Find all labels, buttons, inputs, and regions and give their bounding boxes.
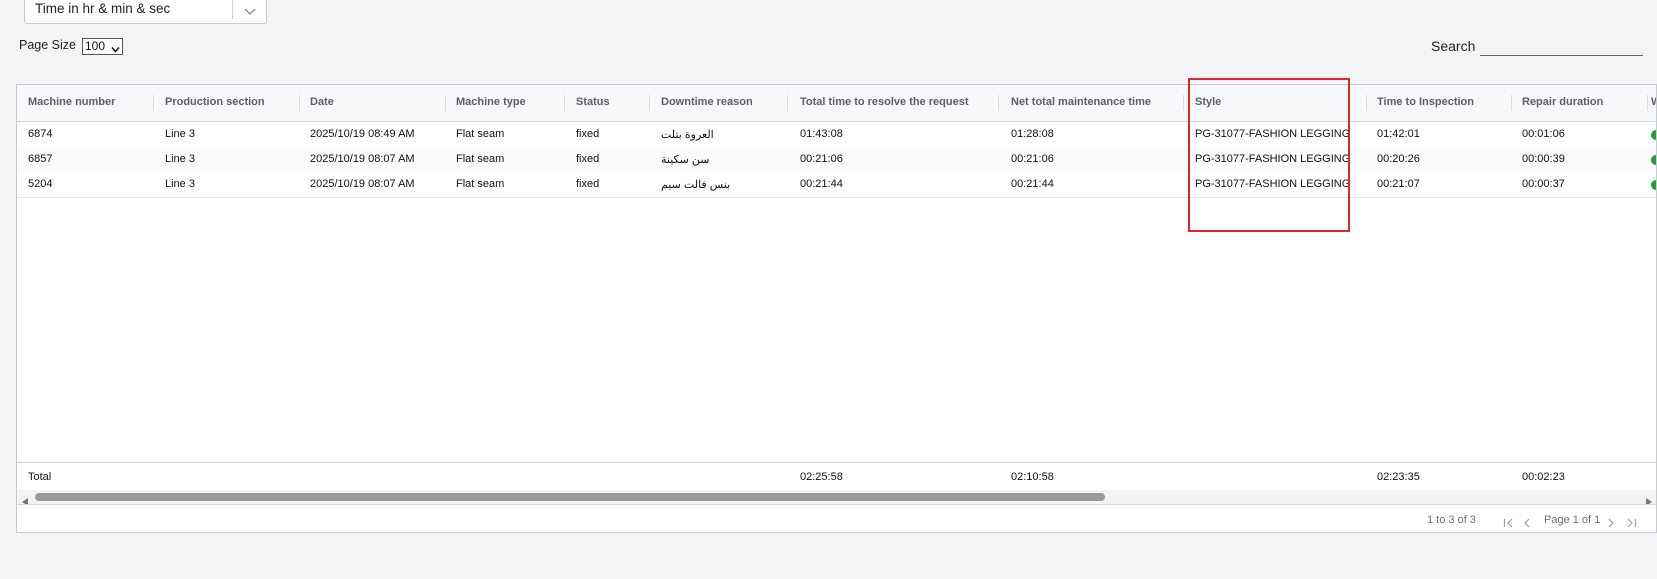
- cell-downtime-reason: العروة بتلت: [661, 129, 714, 141]
- column-header-machine-type[interactable]: Machine type: [456, 96, 526, 108]
- search-input[interactable]: [1480, 55, 1643, 56]
- total-time-to-inspection: 02:23:35: [1377, 471, 1420, 483]
- scrollbar-thumb[interactable]: [35, 493, 1105, 501]
- page-indicator: Page 1 of 1: [1544, 514, 1601, 526]
- last-page-icon[interactable]: [1626, 515, 1637, 532]
- total-net-time: 02:10:58: [1011, 471, 1054, 483]
- cell-machine-number: 6857: [28, 153, 53, 165]
- column-header-machine-number[interactable]: Machine number: [28, 96, 115, 108]
- page-size-select[interactable]: 100: [82, 38, 123, 55]
- cell-repair-duration: 00:00:39: [1522, 153, 1565, 165]
- status-indicator: [1651, 180, 1656, 190]
- column-header-total-time[interactable]: Total time to resolve the request: [800, 96, 969, 108]
- cell-repair-duration: 00:00:37: [1522, 178, 1565, 190]
- column-header-date[interactable]: Date: [310, 96, 334, 108]
- first-page-icon[interactable]: [1503, 515, 1514, 532]
- page-size-label: Page Size: [19, 38, 76, 52]
- total-repair-duration: 00:02:23: [1522, 471, 1565, 483]
- cell-status: fixed: [576, 128, 600, 140]
- next-page-icon[interactable]: [1607, 515, 1615, 532]
- column-resize-handle[interactable]: [1511, 95, 1512, 111]
- grid-header: Machine number Production section Date M…: [17, 85, 1656, 122]
- cell-style: PG-31077-FASHION LEGGING: [1195, 128, 1351, 140]
- cell-machine-number: 6874: [28, 128, 53, 140]
- cell-total-time: 00:21:44: [800, 178, 843, 190]
- downtime-grid: Machine number Production section Date M…: [16, 84, 1657, 533]
- row-range-summary: 1 to 3 of 3: [1427, 514, 1476, 526]
- page-size-value: 100: [85, 39, 106, 53]
- cell-time-to-inspection: 00:21:07: [1377, 178, 1420, 190]
- column-header-production-section[interactable]: Production section: [165, 96, 265, 108]
- cell-time-to-inspection: 01:42:01: [1377, 128, 1420, 140]
- column-resize-handle[interactable]: [1647, 95, 1648, 111]
- table-row[interactable]: 5204 Line 3 2025/10/19 08:07 AM Flat sea…: [17, 172, 1656, 198]
- cell-date: 2025/10/19 08:49 AM: [310, 128, 415, 140]
- search-label: Search: [1431, 38, 1476, 54]
- time-format-value: Time in hr & min & sec: [35, 1, 171, 16]
- cell-date: 2025/10/19 08:07 AM: [310, 178, 415, 190]
- cell-downtime-reason: بنس فالت سيم: [661, 179, 731, 191]
- chevron-down-icon[interactable]: [244, 3, 256, 21]
- cell-status: fixed: [576, 153, 600, 165]
- total-total-time: 02:25:58: [800, 471, 843, 483]
- cell-net-time: 00:21:06: [1011, 153, 1054, 165]
- time-format-select[interactable]: Time in hr & min & sec: [24, 0, 267, 24]
- cell-machine-type: Flat seam: [456, 178, 505, 190]
- cell-style: PG-31077-FASHION LEGGING: [1195, 153, 1351, 165]
- column-resize-handle[interactable]: [1366, 95, 1367, 111]
- column-resize-handle[interactable]: [649, 95, 650, 111]
- totals-row: Total 02:25:58 02:10:58 02:23:35 00:02:2…: [17, 462, 1656, 491]
- column-header-status[interactable]: Status: [576, 96, 610, 108]
- cell-net-time: 00:21:44: [1011, 178, 1054, 190]
- prev-page-icon[interactable]: [1523, 515, 1531, 532]
- table-row[interactable]: 6857 Line 3 2025/10/19 08:07 AM Flat sea…: [17, 147, 1656, 172]
- column-resize-handle[interactable]: [153, 95, 154, 111]
- pagination-bar: 1 to 3 of 3 Page 1 of 1: [17, 504, 1656, 532]
- table-row[interactable]: 6874 Line 3 2025/10/19 08:49 AM Flat sea…: [17, 122, 1656, 147]
- status-indicator: [1651, 130, 1656, 140]
- column-resize-handle[interactable]: [1183, 95, 1184, 111]
- cell-machine-type: Flat seam: [456, 128, 505, 140]
- column-header-time-to-inspection[interactable]: Time to Inspection: [1377, 96, 1474, 108]
- column-header-truncated[interactable]: W: [1651, 96, 1656, 108]
- cell-style: PG-31077-FASHION LEGGING: [1195, 178, 1351, 190]
- column-header-style[interactable]: Style: [1195, 96, 1221, 108]
- cell-total-time: 00:21:06: [800, 153, 843, 165]
- cell-production-section: Line 3: [165, 128, 195, 140]
- column-resize-handle[interactable]: [299, 95, 300, 111]
- column-resize-handle[interactable]: [998, 95, 999, 111]
- column-header-net-time[interactable]: Net total maintenance time: [1011, 96, 1151, 108]
- column-resize-handle[interactable]: [564, 95, 565, 111]
- cell-date: 2025/10/19 08:07 AM: [310, 153, 415, 165]
- totals-label: Total: [28, 471, 52, 483]
- cell-machine-number: 5204: [28, 178, 53, 190]
- column-resize-handle[interactable]: [445, 95, 446, 111]
- select-divider: [232, 0, 233, 19]
- cell-net-time: 01:28:08: [1011, 128, 1054, 140]
- cell-repair-duration: 00:01:06: [1522, 128, 1565, 140]
- column-header-downtime-reason[interactable]: Downtime reason: [661, 96, 753, 108]
- chevron-down-icon: [111, 42, 120, 57]
- cell-machine-type: Flat seam: [456, 153, 505, 165]
- column-header-repair-duration[interactable]: Repair duration: [1522, 96, 1603, 108]
- horizontal-scrollbar[interactable]: [17, 490, 1656, 506]
- status-indicator: [1651, 155, 1656, 165]
- cell-production-section: Line 3: [165, 153, 195, 165]
- cell-status: fixed: [576, 178, 600, 190]
- cell-time-to-inspection: 00:20:26: [1377, 153, 1420, 165]
- column-resize-handle[interactable]: [787, 95, 788, 111]
- cell-downtime-reason: سن سكينة: [661, 154, 710, 166]
- cell-total-time: 01:43:08: [800, 128, 843, 140]
- cell-production-section: Line 3: [165, 178, 195, 190]
